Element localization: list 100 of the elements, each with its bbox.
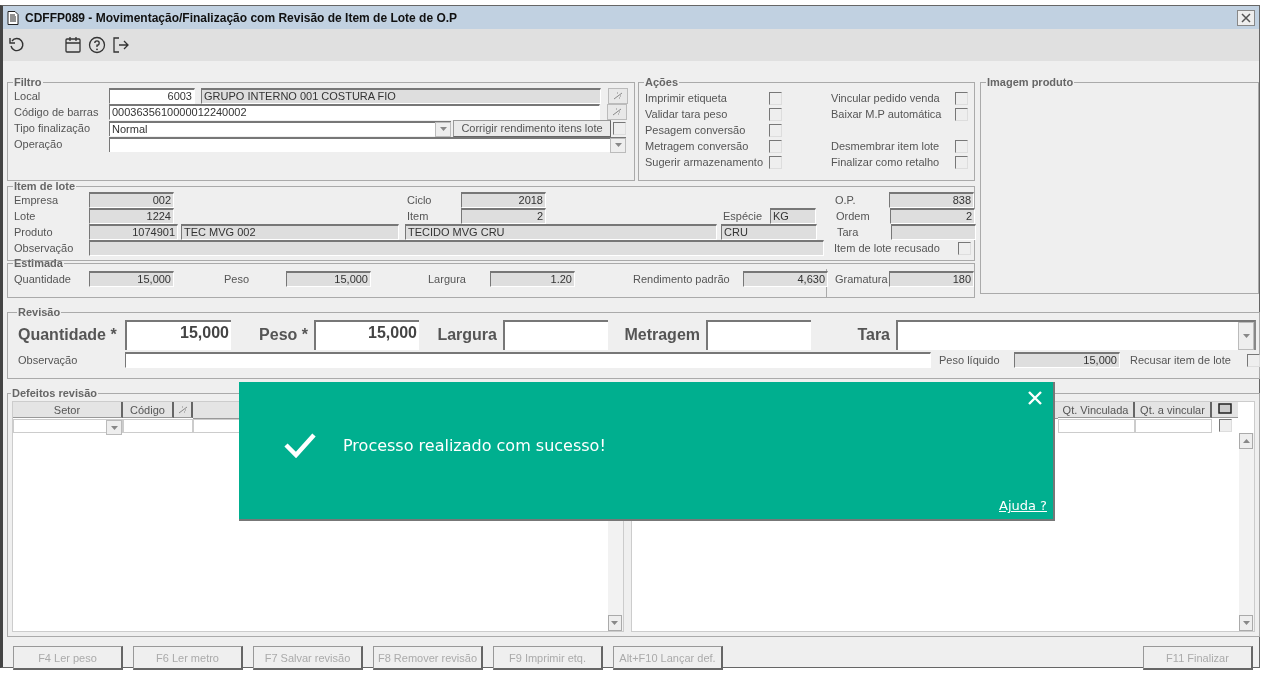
field-label: Tara [837,226,860,238]
section-title: Revisão [17,306,62,318]
help-button[interactable] [87,35,107,55]
checkbox[interactable] [1218,419,1232,432]
section-title: Ações [644,76,680,88]
field-label: Operação [14,138,64,150]
section-title: Imagem produto [986,76,1075,88]
wand-icon [177,406,188,414]
option-label: Vincular pedido venda [831,92,941,104]
option-label: Pesagem conversão [645,124,747,136]
checkbox[interactable] [613,121,626,135]
scroll-down-button[interactable] [1239,615,1253,631]
exit-icon [112,36,130,54]
checkbox[interactable] [955,107,968,121]
close-icon [1241,12,1251,23]
field-label: O.P. [835,194,857,206]
column-header[interactable]: Qt. a vincular [1135,402,1212,418]
field-label: Item [407,210,430,222]
input-field[interactable] [125,352,931,368]
dropdown-field[interactable]: Normal [109,120,451,136]
option-label: Recusar item de lote [1130,354,1232,366]
section-title: Filtro [13,76,43,88]
dropdown-field[interactable] [109,136,626,152]
field-label: Ordem [836,210,871,222]
option-label: Baixar M.P automática [831,108,943,120]
field-label: Local [14,90,42,102]
field-label: Espécie [723,210,764,222]
up-arrow-icon [1242,439,1250,443]
input-field[interactable] [503,320,608,350]
option-label: Validar tara peso [645,108,729,120]
table-cell[interactable] [1135,419,1212,433]
table-cell[interactable] [123,419,193,433]
input-field: 1.20 [490,271,575,287]
table-cell[interactable] [1058,419,1135,433]
checkbox[interactable] [955,155,968,169]
scroll-down-button[interactable] [607,615,622,631]
input-field: 1224 [89,208,174,224]
field-label: Largura [428,273,467,285]
input-field: 2018 [461,192,546,208]
checkbox[interactable] [1247,353,1260,367]
option-label: Imprimir etiqueta [645,92,728,104]
input-field: 838 [889,192,974,208]
input-field[interactable]: 15,000 [314,320,419,350]
field-label: Largura [436,326,498,344]
column-header[interactable]: Setor [13,402,123,418]
input-field: KG [770,208,816,224]
checkbox[interactable] [955,91,968,105]
input-field: GRUPO INTERNO 001 COSTURA FIO [201,88,601,104]
field-label: Quantidade [14,273,72,285]
wand-icon [612,108,622,116]
field-label: Quantidade * [18,326,118,344]
scroll-up-button[interactable] [1239,433,1253,449]
close-button[interactable] [1237,9,1255,26]
field-label: Peso [224,273,251,285]
field-label: Código de barras [14,106,100,118]
checkbox[interactable] [769,107,782,121]
option-label: Desmembrar item lote [831,140,941,152]
input-field: 2 [461,208,546,224]
input-field: 180 [889,271,974,287]
calendar-button[interactable] [63,35,83,55]
input-field[interactable]: 6003 [109,88,195,104]
dropdown-arrow-icon [110,425,118,430]
close-icon [1027,390,1043,406]
column-header[interactable]: Código [123,402,174,418]
wand-icon [613,92,623,100]
field-label: Observação [14,242,75,254]
option-label: Item de lote recusado [834,242,941,254]
field-label: Observação [18,354,79,366]
dropdown-arrow-icon [439,127,447,131]
field-label: Lote [14,210,37,222]
checkmark-icon [283,432,317,458]
checkbox[interactable] [769,139,782,153]
input-field: 4,630 [743,271,828,287]
field-label: Gramatura [835,273,889,285]
exit-button[interactable] [111,35,131,55]
input-field: TEC MVG 002 [181,224,399,240]
input-field: 2 [890,208,975,224]
checkbox[interactable] [769,155,782,169]
input-field: 15,000 [89,271,174,287]
dropdown-field[interactable] [896,320,1256,350]
document-icon [7,10,19,25]
column-header[interactable] [1212,402,1238,418]
section-title: Defeitos revisão [11,387,98,399]
input-field: 1074901 [89,224,178,240]
checkbox[interactable] [769,91,782,105]
input-field: CRU [721,224,817,240]
section-title: Estimada [13,257,64,269]
dropdown-cell[interactable] [13,419,123,433]
column-header[interactable]: Qt. Vinculada [1058,402,1135,418]
option-label: Metragem conversão [645,140,750,152]
section-title: Item de lote [13,180,77,192]
checkbox[interactable] [955,139,968,153]
column-header[interactable] [174,402,193,418]
checkbox[interactable] [958,241,971,255]
input-field[interactable]: 15,000 [125,320,231,350]
input-field[interactable] [706,320,811,350]
field-label: Ciclo [407,194,433,206]
checkbox[interactable] [769,123,782,137]
input-field[interactable]: 0003635610000012240002 [109,104,600,120]
input-field: TECIDO MVG CRU [405,224,717,240]
